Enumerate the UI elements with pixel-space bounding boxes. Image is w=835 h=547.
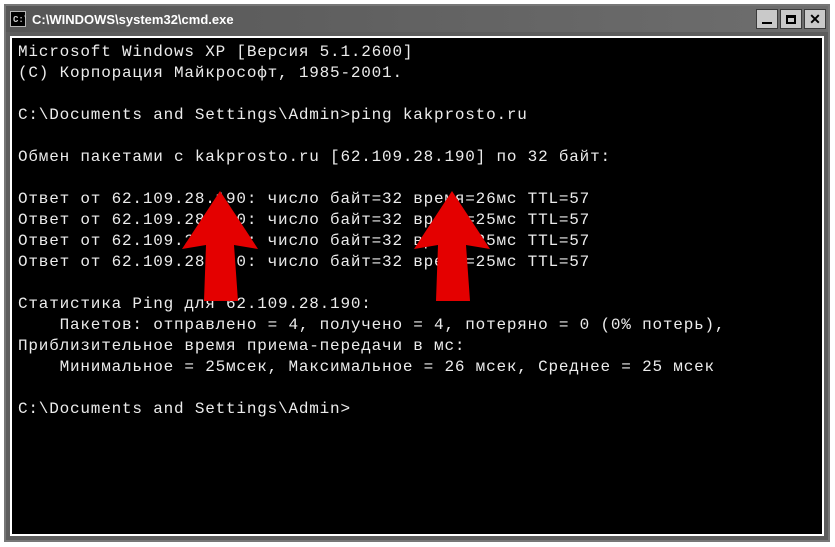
cmd-icon: C:\ bbox=[10, 11, 26, 27]
terminal-line: Статистика Ping для 62.109.28.190: bbox=[18, 294, 816, 315]
window-title: C:\WINDOWS\system32\cmd.exe bbox=[32, 12, 756, 27]
svg-text:C:\: C:\ bbox=[13, 15, 26, 25]
terminal-line: Минимальное = 25мсек, Максимальное = 26 … bbox=[18, 357, 816, 378]
terminal-line bbox=[18, 168, 816, 189]
terminal-line: Ответ от 62.109.28.190: число байт=32 вр… bbox=[18, 210, 816, 231]
terminal-line: Ответ от 62.109.28.190: число байт=32 вр… bbox=[18, 189, 816, 210]
terminal-line: Ответ от 62.109.28.190: число байт=32 вр… bbox=[18, 252, 816, 273]
window-buttons: ✕ bbox=[756, 9, 826, 29]
terminal-line bbox=[18, 84, 816, 105]
maximize-button[interactable] bbox=[780, 9, 802, 29]
titlebar: C:\ C:\WINDOWS\system32\cmd.exe ✕ bbox=[6, 6, 828, 32]
terminal-line: Microsoft Windows XP [Версия 5.1.2600] bbox=[18, 42, 816, 63]
terminal-output[interactable]: Microsoft Windows XP [Версия 5.1.2600](С… bbox=[12, 38, 822, 534]
terminal-line: Приблизительное время приема-передачи в … bbox=[18, 336, 816, 357]
close-button[interactable]: ✕ bbox=[804, 9, 826, 29]
terminal-line: Обмен пакетами с kakprosto.ru [62.109.28… bbox=[18, 147, 816, 168]
terminal-line bbox=[18, 126, 816, 147]
terminal-line bbox=[18, 273, 816, 294]
client-area: Microsoft Windows XP [Версия 5.1.2600](С… bbox=[10, 36, 824, 536]
cmd-window: C:\ C:\WINDOWS\system32\cmd.exe ✕ Micros… bbox=[4, 4, 830, 542]
terminal-line: Ответ от 62.109.28.190: число байт=32 вр… bbox=[18, 231, 816, 252]
terminal-line: Пакетов: отправлено = 4, получено = 4, п… bbox=[18, 315, 816, 336]
terminal-line: C:\Documents and Settings\Admin>ping kak… bbox=[18, 105, 816, 126]
terminal-line: C:\Documents and Settings\Admin> bbox=[18, 399, 816, 420]
terminal-line: (С) Корпорация Майкрософт, 1985-2001. bbox=[18, 63, 816, 84]
minimize-button[interactable] bbox=[756, 9, 778, 29]
terminal-line bbox=[18, 378, 816, 399]
